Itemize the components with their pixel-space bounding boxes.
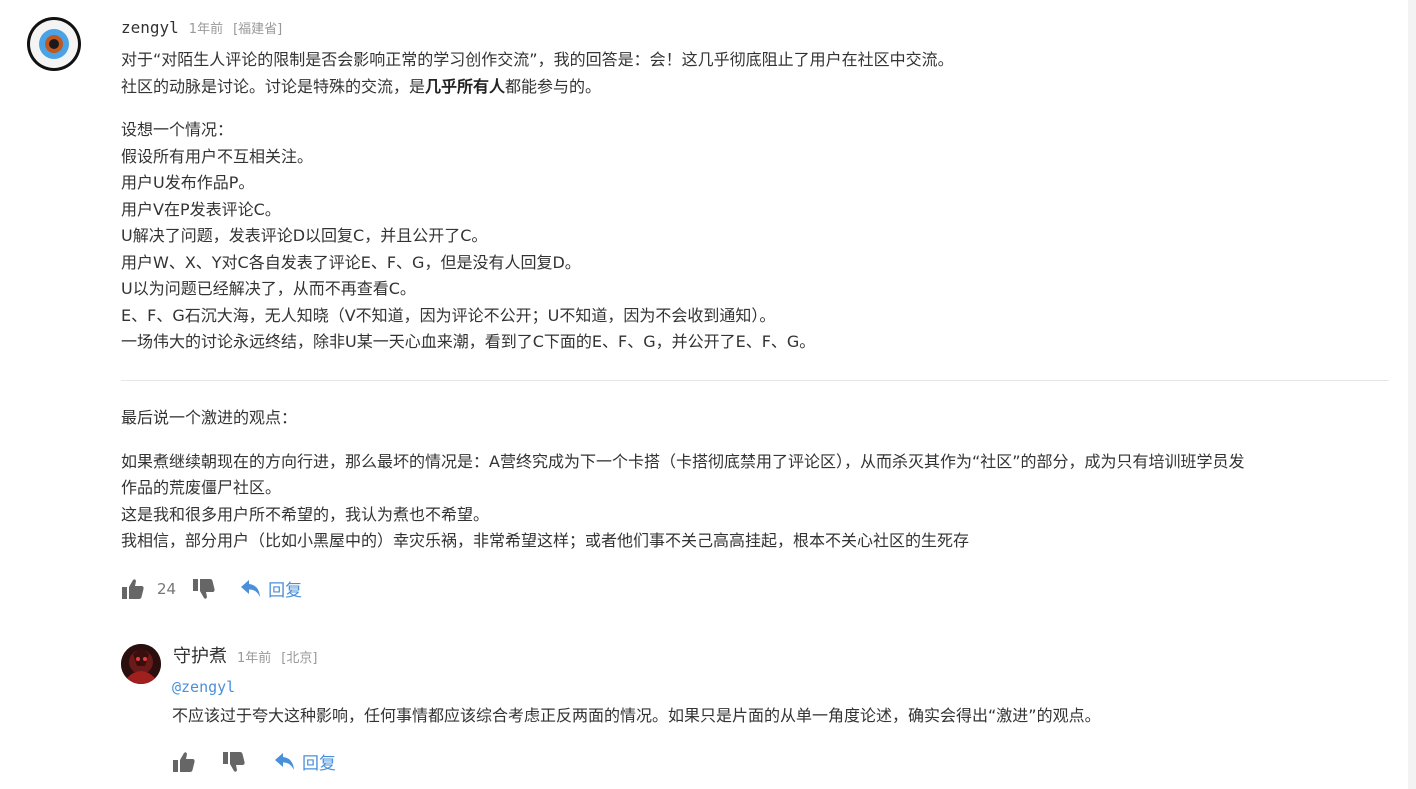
reply-user-avatar[interactable] xyxy=(121,644,161,684)
reply-button[interactable]: 回复 xyxy=(240,576,302,601)
reply-arrow-icon xyxy=(241,579,261,597)
scenario-line: 用户V在P发表评论C。 xyxy=(121,199,281,219)
user-avatar[interactable] xyxy=(27,17,81,71)
divider xyxy=(121,380,1389,381)
reply-location: [北京] xyxy=(281,651,318,666)
scenario-line: 一场伟大的讨论永远终结，除非U某一天心血来潮，看到了C下面的E、F、G，并公开了… xyxy=(121,332,816,351)
like-button[interactable] xyxy=(121,578,145,600)
dislike-button[interactable] xyxy=(222,751,246,773)
scenario-line: E、F、G石沉大海，无人知晓（V不知道，因为评论不公开；U不知道，因为不会收到通… xyxy=(121,305,776,325)
text-span: 都能参与的。 xyxy=(505,76,602,96)
thumbs-up-icon xyxy=(173,751,195,772)
comment-location: [福建省] xyxy=(233,22,283,37)
avatar-image xyxy=(121,644,161,684)
scrollbar[interactable] xyxy=(1408,0,1416,789)
section-line: 这是我和很多用户所不希望的，我认为煮也不希望。 xyxy=(121,504,490,524)
reply-actions: 回复 xyxy=(172,749,336,774)
section-line: 如果煮继续朝现在的方向行进，那么最坏的情况是：A营终究成为下一个卡搭（卡搭彻底禁… xyxy=(121,451,1245,471)
like-button[interactable] xyxy=(172,751,196,773)
reply-label[interactable]: 回复 xyxy=(302,749,336,774)
comment-body: 对于“对陌生人评论的限制是否会影响正常的学习创作交流”，我的回答是：会！这几乎彻… xyxy=(121,47,1391,356)
scenario-line: 用户W、X、Y对C各自发表了评论E、F、G，但是没有人回复D。 xyxy=(121,252,581,272)
comment-body-section2: 最后说一个激进的观点： 如果煮继续朝现在的方向行进，那么最坏的情况是：A营终究成… xyxy=(121,405,1391,555)
comment-actions: 24 回复 xyxy=(121,576,302,601)
comment-header: zengyl 1年前 [福建省] xyxy=(121,18,282,37)
text-span: 社区的动脉是讨论。讨论是特殊的交流，是 xyxy=(121,76,426,96)
section-line: 我相信，部分用户（比如小黑屋中的）幸灾乐祸，非常希望这样；或者他们事不关己高高挂… xyxy=(121,531,970,550)
thumbs-down-icon xyxy=(223,751,245,772)
scenario-line: 假设所有用户不互相关注。 xyxy=(121,146,314,166)
reply-time: 1年前 xyxy=(237,651,272,666)
like-count: 24 xyxy=(157,579,177,598)
reply-arrow-icon xyxy=(275,752,294,770)
bold-text: 几乎所有人 xyxy=(425,76,506,96)
thumbs-up-icon xyxy=(122,578,144,599)
scenario-line: 设想一个情况： xyxy=(121,120,234,139)
scenario-line: U解决了问题，发表评论D以回复C，并且公开了C。 xyxy=(121,226,488,245)
reply-text: 不应该过于夸大这种影响，任何事情都应该综合考虑正反两面的情况。如果只是片面的从单… xyxy=(172,706,1101,725)
dislike-button[interactable] xyxy=(192,578,216,600)
reply-label[interactable]: 回复 xyxy=(268,576,302,601)
comment-time: 1年前 xyxy=(188,22,224,37)
scenario-line: U以为问题已经解决了，从而不再查看C。 xyxy=(121,279,416,298)
section-title: 最后说一个激进的观点： xyxy=(121,408,298,427)
scenario-line: 用户U发布作品P。 xyxy=(121,173,255,192)
comment-username[interactable]: zengyl xyxy=(121,18,179,37)
reply-username[interactable]: 守护煮 xyxy=(173,642,227,668)
mention-link[interactable]: @zengyl xyxy=(172,678,235,696)
reply-button[interactable]: 回复 xyxy=(274,749,336,774)
comment-line: 社区的动脉是讨论。讨论是特殊的交流，是几乎所有人都能参与的。 xyxy=(121,74,1391,101)
thumbs-down-icon xyxy=(193,578,215,599)
reply-header: 守护煮 1年前 [北京] xyxy=(173,642,317,668)
section-line: 作品的荒废僵尸社区。 xyxy=(121,478,282,497)
comment-line: 对于“对陌生人评论的限制是否会影响正常的学习创作交流”，我的回答是：会！这几乎彻… xyxy=(121,50,954,69)
